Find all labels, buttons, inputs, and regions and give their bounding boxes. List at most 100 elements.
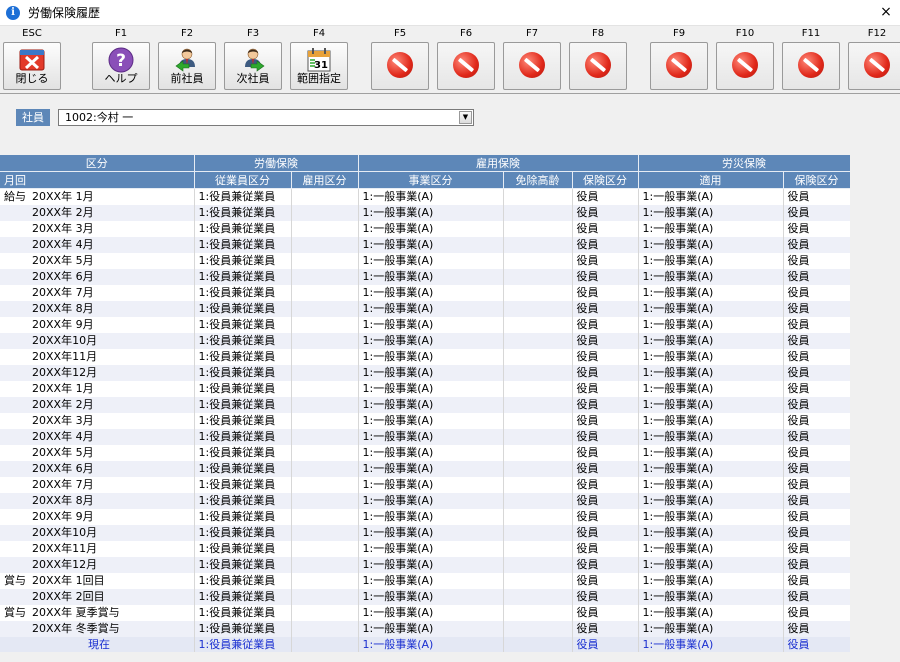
cell-jigyo: 1:一般事業(A) xyxy=(358,396,504,413)
cell-period-label: 20XX年 1月 xyxy=(32,190,94,204)
fkey-esc: ESC 閉じる xyxy=(2,28,62,90)
fkey-f6-button[interactable] xyxy=(437,42,495,90)
cell-jigyo: 1:一般事業(A) xyxy=(358,620,504,637)
cell-period-label: 20XX年 5月 xyxy=(32,446,94,459)
fkey-label: F9 xyxy=(672,28,686,39)
fkey-label: F8 xyxy=(591,28,605,39)
table-row[interactable]: 20XX年10月 1:役員兼従業員 1:一般事業(A) 役員 1:一般事業(A) 役員 xyxy=(0,524,850,541)
cell-tekiyo: 1:一般事業(A) xyxy=(638,556,784,573)
history-grid[interactable]: 区分 労働保険 雇用保険 労災保険 月回 従業員区分 雇用区分 事業区分 免除高… xyxy=(0,155,850,652)
table-row[interactable]: 20XX年 2月 1:役員兼従業員 1:一般事業(A) 役員 1:一般事業(A) 役員 xyxy=(0,396,850,413)
fkey-f11-button[interactable] xyxy=(782,42,840,90)
cell-menjo xyxy=(503,268,573,285)
employee-label: 社員 xyxy=(16,108,50,126)
table-row[interactable]: 20XX年 7月 1:役員兼従業員 1:一般事業(A) 役員 1:一般事業(A) 役員 xyxy=(0,284,850,301)
window-close-button[interactable]: × xyxy=(878,4,894,20)
disabled-icon xyxy=(864,52,890,78)
fkey-esc-button[interactable]: 閉じる xyxy=(3,42,61,90)
table-row[interactable]: 20XX年 5月 1:役員兼従業員 1:一般事業(A) 役員 1:一般事業(A) 役員 xyxy=(0,444,850,461)
table-row[interactable]: 20XX年 6月 1:役員兼従業員 1:一般事業(A) 役員 1:一般事業(A) 役員 xyxy=(0,460,850,477)
chevron-down-icon[interactable]: ▼ xyxy=(459,110,472,124)
cell-hoken: 役員 xyxy=(572,364,639,381)
table-row[interactable]: 20XX年12月 1:役員兼従業員 1:一般事業(A) 役員 1:一般事業(A) 役員 xyxy=(0,364,850,381)
table-row[interactable]: 20XX年 3月 1:役員兼従業員 1:一般事業(A) 役員 1:一般事業(A) 役員 xyxy=(0,412,850,429)
cell-hoken: 役員 xyxy=(572,556,639,573)
cell-menjo xyxy=(503,636,573,652)
cell-hoken: 役員 xyxy=(572,348,639,365)
cell-hoken: 役員 xyxy=(572,524,639,541)
table-row[interactable]: 20XX年 8月 1:役員兼従業員 1:一般事業(A) 役員 1:一般事業(A) 役員 xyxy=(0,492,850,509)
table-row[interactable]: 20XX年 4月 1:役員兼従業員 1:一般事業(A) 役員 1:一般事業(A) 役員 xyxy=(0,428,850,445)
cell-hoken: 役員 xyxy=(572,284,639,301)
cell-period-label: 20XX年10月 xyxy=(32,334,98,347)
table-row[interactable]: 20XX年 6月 1:役員兼従業員 1:一般事業(A) 役員 1:一般事業(A) 役員 xyxy=(0,268,850,285)
fkey-f4-button[interactable]: 31 範囲指定 xyxy=(290,42,348,90)
table-row[interactable]: 20XX年 9月 1:役員兼従業員 1:一般事業(A) 役員 1:一般事業(A) 役員 xyxy=(0,316,850,333)
table-row[interactable]: 給与 20XX年 1月 1:役員兼従業員 1:一般事業(A) 役員 1:一般事業(A) 役員 xyxy=(0,188,850,205)
cell-menjo xyxy=(503,236,573,253)
fkey-f5-button[interactable] xyxy=(371,42,429,90)
cell-hoken2: 役員 xyxy=(783,412,850,429)
cell-group: 賞与 xyxy=(4,574,26,587)
table-row[interactable]: 20XX年 4月 1:役員兼従業員 1:一般事業(A) 役員 1:一般事業(A) 役員 xyxy=(0,236,850,253)
table-row[interactable]: 賞与 20XX年 1回目 1:役員兼従業員 1:一般事業(A) 役員 1:一般事業(A) 役… xyxy=(0,572,850,589)
disabled-icon xyxy=(453,52,479,78)
cell-period-label: 20XX年12月 xyxy=(32,366,98,379)
cell-period-label: 20XX年 2月 xyxy=(32,398,94,411)
sub-header-row: 月回 従業員区分 雇用区分 事業区分 免除高齢 保険区分 適用 保険区分 xyxy=(0,171,850,189)
cell-tekiyo: 1:一般事業(A) xyxy=(638,540,784,557)
cell-hoken: 役員 xyxy=(572,428,639,445)
table-row[interactable]: 20XX年 9月 1:役員兼従業員 1:一般事業(A) 役員 1:一般事業(A) 役員 xyxy=(0,508,850,525)
cell-hoken: 役員 xyxy=(572,412,639,429)
employee-select[interactable]: 1002:今村 一 ▼ xyxy=(58,108,474,126)
cell-hoken2: 役員 xyxy=(783,428,850,445)
table-row[interactable]: 20XX年10月 1:役員兼従業員 1:一般事業(A) 役員 1:一般事業(A) 役員 xyxy=(0,332,850,349)
cell-period: 20XX年 5月 xyxy=(0,444,195,461)
cell-jigyo: 1:一般事業(A) xyxy=(358,380,504,397)
fkey-f9-button[interactable] xyxy=(650,42,708,90)
cell-jigyo: 1:一般事業(A) xyxy=(358,236,504,253)
fkey-f2-button[interactable]: 前社員 xyxy=(158,42,216,90)
cell-tekiyo: 1:一般事業(A) xyxy=(638,476,784,493)
cell-menjo xyxy=(503,364,573,381)
cell-tekiyo: 1:一般事業(A) xyxy=(638,428,784,445)
cell-hoken: 役員 xyxy=(572,604,639,621)
table-row[interactable]: 20XX年 2回目 1:役員兼従業員 1:一般事業(A) 役員 1:一般事業(A) 役員 xyxy=(0,588,850,605)
cell-jugyoin: 1:役員兼従業員 xyxy=(194,348,292,365)
cell-period-label: 20XX年 3月 xyxy=(32,414,94,427)
fkey-f12-button[interactable] xyxy=(848,42,900,90)
cell-menjo xyxy=(503,300,573,317)
table-row[interactable]: 賞与 20XX年 夏季賞与 1:役員兼従業員 1:一般事業(A) 役員 1:一般事業(A)… xyxy=(0,604,850,621)
cell-jigyo: 1:一般事業(A) xyxy=(358,540,504,557)
table-row[interactable]: 20XX年 1月 1:役員兼従業員 1:一般事業(A) 役員 1:一般事業(A) 役員 xyxy=(0,380,850,397)
table-row[interactable]: 20XX年 5月 1:役員兼従業員 1:一般事業(A) 役員 1:一般事業(A) 役員 xyxy=(0,252,850,269)
table-row[interactable]: 20XX年 3月 1:役員兼従業員 1:一般事業(A) 役員 1:一般事業(A) 役員 xyxy=(0,220,850,237)
fkey-f8-button[interactable] xyxy=(569,42,627,90)
table-row[interactable]: 20XX年 7月 1:役員兼従業員 1:一般事業(A) 役員 1:一般事業(A) 役員 xyxy=(0,476,850,493)
cell-menjo xyxy=(503,460,573,477)
table-row[interactable]: 20XX年 2月 1:役員兼従業員 1:一般事業(A) 役員 1:一般事業(A) 役員 xyxy=(0,204,850,221)
fkey-f12: F12 xyxy=(847,28,900,90)
cell-koyo-kubun xyxy=(291,220,359,237)
fkey-f1-button[interactable]: ? ヘルプ xyxy=(92,42,150,90)
disabled-icon xyxy=(585,52,611,78)
cell-jigyo: 1:一般事業(A) xyxy=(358,284,504,301)
table-row[interactable]: 20XX年11月 1:役員兼従業員 1:一般事業(A) 役員 1:一般事業(A) 役員 xyxy=(0,348,850,365)
table-row[interactable]: 20XX年11月 1:役員兼従業員 1:一般事業(A) 役員 1:一般事業(A) 役員 xyxy=(0,540,850,557)
fkey-f3-button[interactable]: 次社員 xyxy=(224,42,282,90)
table-row[interactable]: 20XX年 冬季賞与 1:役員兼従業員 1:一般事業(A) 役員 1:一般事業(A) 役員 xyxy=(0,620,850,637)
fkey-f7-button[interactable] xyxy=(503,42,561,90)
fkey-f11: F11 xyxy=(781,28,841,90)
cell-jigyo: 1:一般事業(A) xyxy=(358,220,504,237)
cell-koyo-kubun xyxy=(291,268,359,285)
cell-tekiyo: 1:一般事業(A) xyxy=(638,364,784,381)
cell-period-label: 20XX年12月 xyxy=(32,558,98,571)
table-row[interactable]: 20XX年 8月 1:役員兼従業員 1:一般事業(A) 役員 1:一般事業(A) 役員 xyxy=(0,300,850,317)
cell-jugyoin: 1:役員兼従業員 xyxy=(194,332,292,349)
fkey-f10-button[interactable] xyxy=(716,42,774,90)
cell-menjo xyxy=(503,540,573,557)
current-row[interactable]: 現在 1:役員兼従業員 1:一般事業(A) 役員 1:一般事業(A) 役員 xyxy=(0,636,850,652)
table-row[interactable]: 20XX年12月 1:役員兼従業員 1:一般事業(A) 役員 1:一般事業(A) 役員 xyxy=(0,556,850,573)
cell-period-label: 20XX年 2回目 xyxy=(32,590,105,603)
cell-hoken: 役員 xyxy=(572,476,639,493)
